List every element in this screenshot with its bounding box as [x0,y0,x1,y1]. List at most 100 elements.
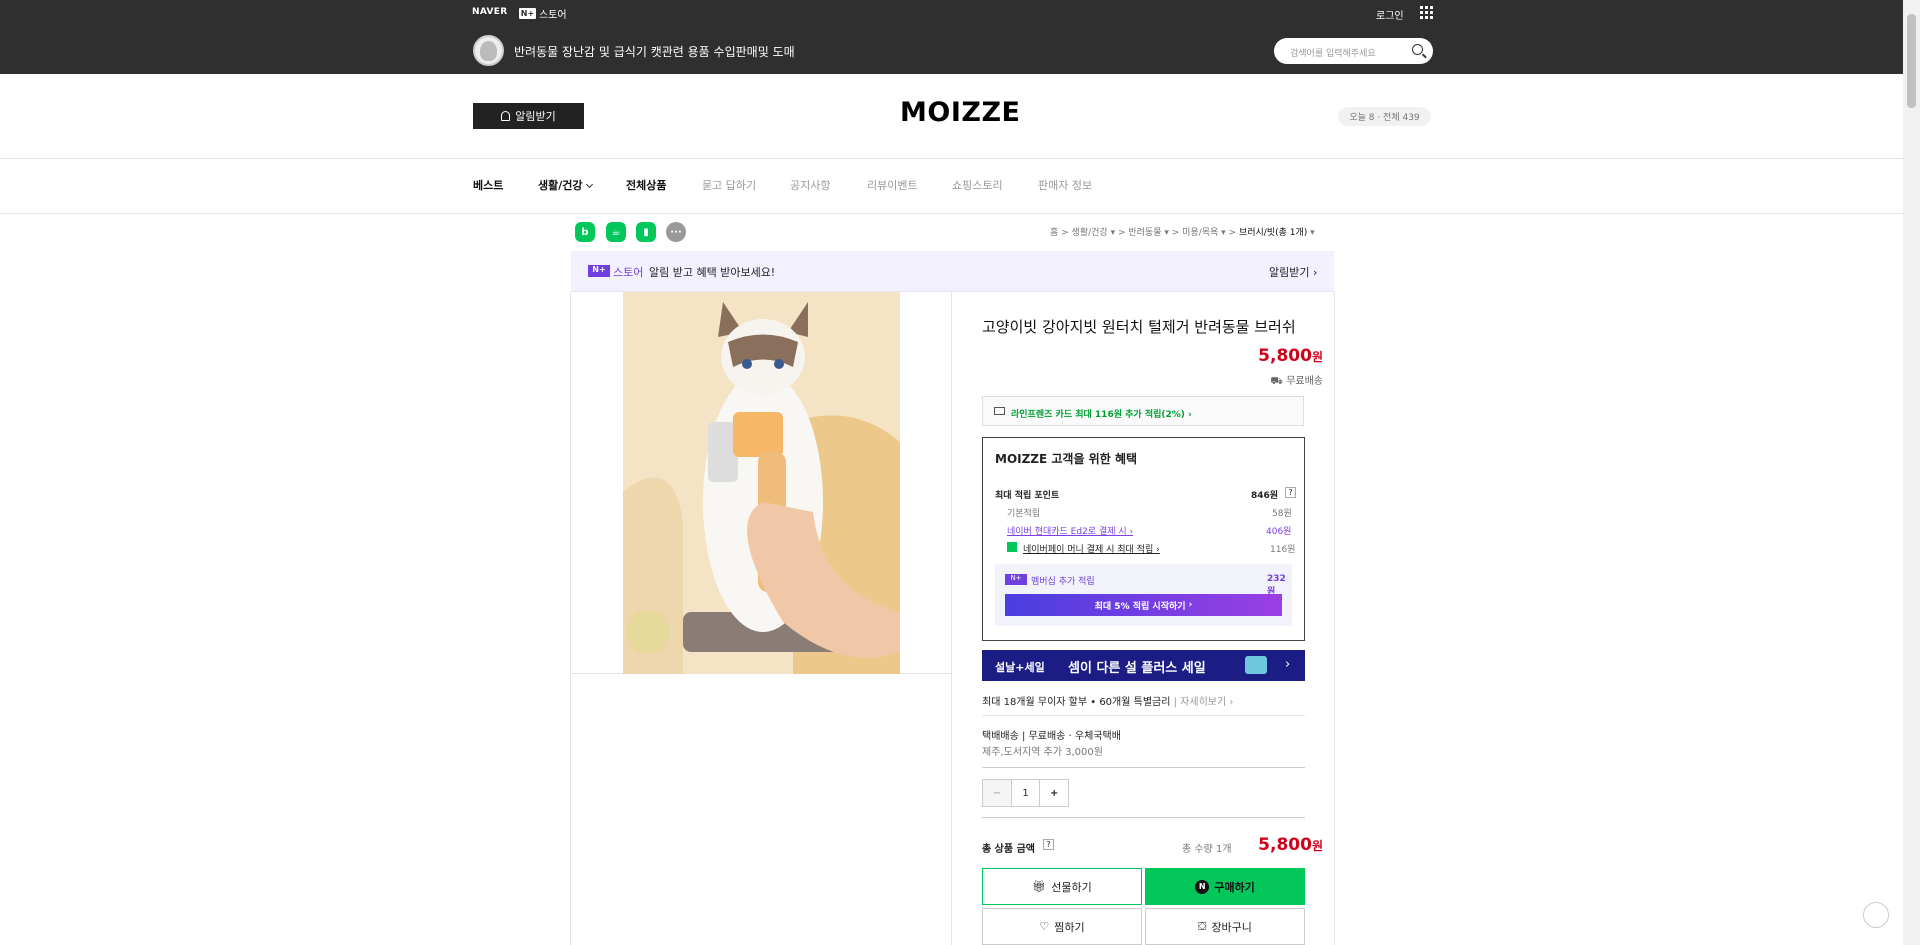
installment-more-label: 자세히보기 [1180,697,1227,708]
membership-start-button[interactable]: 최대 5% 적립 시작하기 › [1005,594,1282,616]
chevron-right-icon: › [1285,657,1291,672]
naverpay-label: 네이버페이 머니 결제 시 최대 적립 [1023,545,1154,555]
promo-text: 알림 받고 혜택 받아보세요! [649,266,776,279]
search-placeholder: 검색어를 입력해주세요 [1290,49,1376,59]
installment-info: 최대 18개월 무이자 할부 • 60개월 특별금리 | 자세히보기 › [982,693,1233,708]
benefit-row-value: 116원 [1270,545,1296,555]
gift-button[interactable]: 🎁︎ 선물하기 [982,868,1142,905]
nav-notice[interactable]: 공지사항 [790,177,830,193]
heart-icon: ♡ [1039,920,1050,933]
divider [982,767,1305,768]
total-price: 5,800원 [1258,835,1323,855]
breadcrumb-home[interactable]: 홈 [1050,228,1058,238]
promo-alarm-link[interactable]: 알림받기 › [1269,264,1317,280]
divider [982,715,1305,716]
delivery-info: 택배배송 | 무료배송 · 우체국택배 [982,731,1121,742]
product-price: 5,800원 [1258,346,1323,366]
help-icon[interactable]: ? [1043,839,1054,850]
card-benefit-text: 라인프렌즈 카드 최대 116원 추가 적립(2%) [1011,410,1185,420]
more-icon[interactable]: ··· [666,222,686,242]
alarm-button[interactable]: 알림받기 [473,103,584,129]
benefit-row-value: 406원 [1266,527,1292,537]
login-link[interactable]: 로그인 [1376,7,1404,22]
gift-button-label: 선물하기 [1051,880,1092,894]
truck-icon: ⛟ [1270,376,1287,387]
plus-store-logo[interactable]: N+ 스토어 [519,6,567,21]
shipping-info: ⛟ 무료배송 [1270,372,1323,389]
benefit-row-value: 58원 [1272,509,1292,519]
delivery-extra: 제주,도서지역 추가 3,000원 [982,747,1103,758]
price-value: 5,800 [1258,346,1312,366]
nav-qna[interactable]: 묻고 답하기 [702,177,756,193]
quantity-input[interactable]: 1 [1010,780,1041,806]
installment-text: 최대 18개월 무이자 할부 • 60개월 특별금리 [982,697,1171,708]
plus-mark-icon: N+ [588,265,610,277]
nav-review-event[interactable]: 리뷰이벤트 [867,177,918,193]
blog-icon[interactable]: b [575,222,595,242]
breadcrumb-grooming[interactable]: 미용/목욕 [1182,228,1218,238]
visitor-count: 오늘 8 · 전체 439 [1338,107,1431,126]
quantity-minus-button[interactable]: − [983,780,1011,806]
benefit-row-label: 기본적립 [1007,509,1041,519]
wish-button[interactable]: ♡ 찜하기 [982,908,1142,945]
nav-life-health[interactable]: 생활/건강 [538,177,593,193]
store-name[interactable]: 반려동물 장난감 및 급식기 캣관련 용품 수입판매및 도매 [514,43,795,60]
store-label: 스토어 [539,10,567,21]
breadcrumb-brush[interactable]: 브러시/빗(총 1개) [1239,228,1307,238]
delivery-fee: 무료배송 [1028,731,1066,742]
gift-icon: 🎁︎ [1032,880,1047,893]
store-profile-avatar[interactable] [473,35,504,66]
total-price-value: 5,800 [1258,835,1312,855]
total-label: 총 상품 금액 [982,844,1035,855]
benefit-title: MOIZZE 고객을 위한 혜택 [995,452,1138,466]
total-price-unit: 원 [1311,839,1323,853]
search-icon[interactable] [1412,44,1423,55]
wish-button-label: 찜하기 [1054,920,1085,934]
naver-pay-icon [1007,542,1017,552]
sale-title: 셈이 다른 설 플러스 세일 [1068,661,1206,676]
scrollbar[interactable] [1903,0,1920,945]
quantity-stepper: − 1 + [982,779,1069,807]
delivery-carrier: 우체국택배 [1074,731,1121,742]
breadcrumb-pets[interactable]: 반려동물 [1128,228,1161,238]
installment-more-link[interactable]: | 자세히보기 › [1174,697,1234,708]
promo-store-label: 스토어 [613,266,644,279]
divider [951,292,952,945]
cart-icon: ⛋ [1198,919,1207,933]
nav-best[interactable]: 베스트 [473,177,503,193]
nav-shopping-story[interactable]: 쇼핑스토리 [952,177,1003,193]
nav-seller-info[interactable]: 판매자 정보 [1038,177,1092,193]
buy-button-label: 구매하기 [1214,880,1255,894]
divider [0,213,1903,214]
bookmark-icon[interactable]: ▮ [636,222,656,242]
share-icon[interactable] [1863,902,1889,928]
buy-button[interactable]: N 구매하기 [1145,868,1305,905]
sale-banner[interactable]: 설날+세일 셈이 다른 설 플러스 세일 › [982,650,1305,681]
cart-button[interactable]: ⛋ 장바구니 [1145,908,1305,945]
hyundai-card-link[interactable]: 네이버 현대카드 Ed2로 결제 시 › [1007,524,1133,537]
store-logo[interactable]: MOIZZE [900,97,1020,128]
benefit-box: MOIZZE 고객을 위한 혜택 최대 적립 포인트 846원 ? 기본적립 5… [982,437,1305,641]
chevron-down-icon [585,180,593,189]
quantity-plus-button[interactable]: + [1040,780,1068,806]
hyundai-card-label: 네이버 현대카드 Ed2로 결제 시 [1007,527,1127,537]
membership-label: 멤버십 추가 적립 [1031,577,1095,587]
membership-panel: N+ 멤버십 추가 적립 232원 최대 5% 적립 시작하기 › [995,564,1292,626]
alarm-button-label: 알림받기 [515,111,556,123]
help-icon[interactable]: ? [1285,487,1296,498]
product-image[interactable] [623,292,900,674]
gift-box-icon [1245,656,1267,674]
search-input[interactable]: 검색어를 입력해주세요 [1274,38,1433,64]
sale-tag: 설날+세일 [995,661,1045,674]
naver-n-icon: N [1195,879,1210,894]
cafe-icon[interactable]: ☕ [606,222,626,242]
nav-all-products[interactable]: 전체상품 [626,177,666,193]
price-unit: 원 [1311,350,1323,364]
naverpay-link[interactable]: 네이버페이 머니 결제 시 최대 적립 › [1023,542,1160,555]
plus-mark: N+ [519,8,536,19]
apps-grid-icon[interactable] [1420,6,1433,19]
breadcrumb-life-health[interactable]: 생활/건강 [1072,228,1108,238]
card-benefit[interactable]: 라인프렌즈 카드 최대 116원 추가 적립(2%) › [982,396,1304,426]
naver-logo[interactable]: NAVER [472,7,507,17]
card-icon [994,407,1005,415]
